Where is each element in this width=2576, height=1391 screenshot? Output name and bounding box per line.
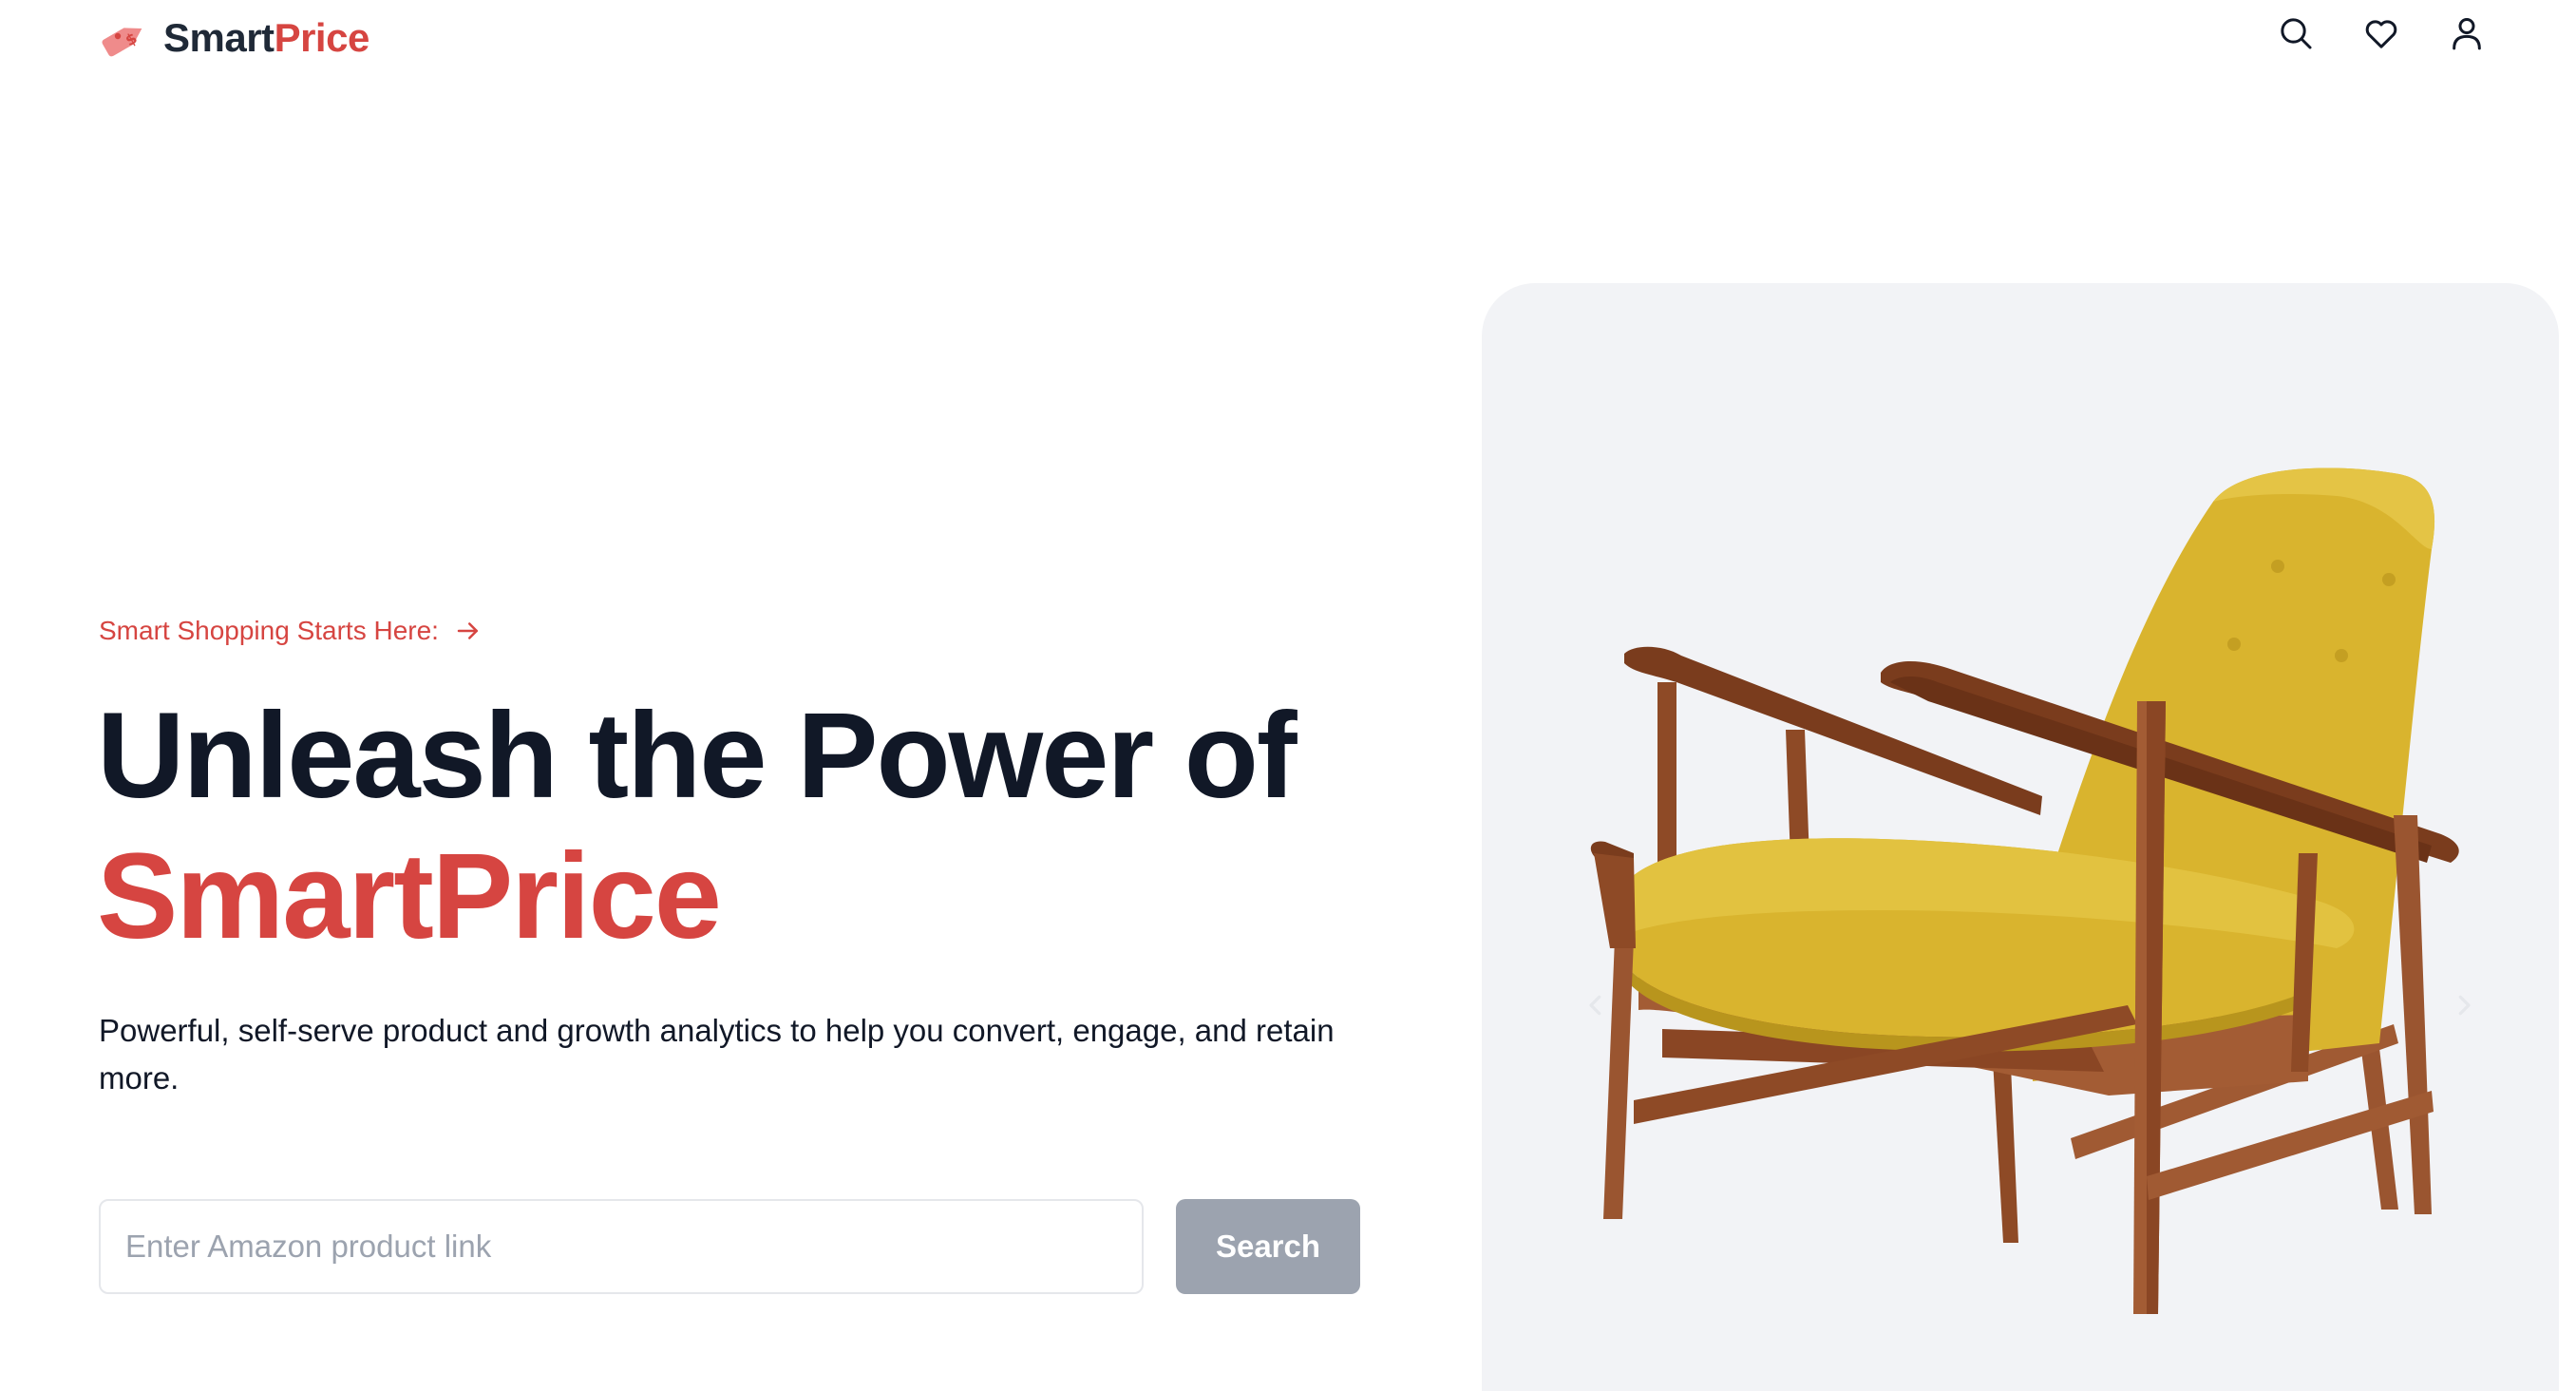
headline-line1: Unleash the Power of [97,688,1297,824]
brand-name-part1: Smart [163,15,275,60]
brand-logo[interactable]: $ SmartPrice [99,11,369,65]
arrow-right-icon [457,622,478,639]
search-icon[interactable] [2276,13,2316,53]
hero-description: Powerful, self-serve product and growth … [99,1013,1335,1096]
hero-headline: Unleash the Power of SmartPrice [97,686,1297,967]
landing-page: $ SmartPrice Smart Shopping Starts Here:… [0,0,2576,1391]
site-header: $ SmartPrice [0,0,2576,86]
brand-name-part2: Price [274,15,370,60]
eyebrow-link[interactable]: Smart Shopping Starts Here: [99,616,483,646]
search-button[interactable]: Search [1176,1199,1360,1294]
brand-name: SmartPrice [163,15,369,61]
headline-brand: SmartPrice [97,829,722,964]
product-link-input[interactable] [99,1199,1144,1294]
user-icon[interactable] [2447,13,2487,53]
price-tag-icon: $ [102,28,142,57]
chevron-right-icon[interactable] [2445,986,2483,1024]
header-actions [2276,13,2487,53]
chevron-left-icon[interactable] [1577,986,1615,1024]
armchair-image [1590,467,2459,1314]
eyebrow-text: Smart Shopping Starts Here: [99,616,439,645]
product-carousel [1482,283,2559,1391]
heart-icon[interactable] [2361,13,2401,53]
